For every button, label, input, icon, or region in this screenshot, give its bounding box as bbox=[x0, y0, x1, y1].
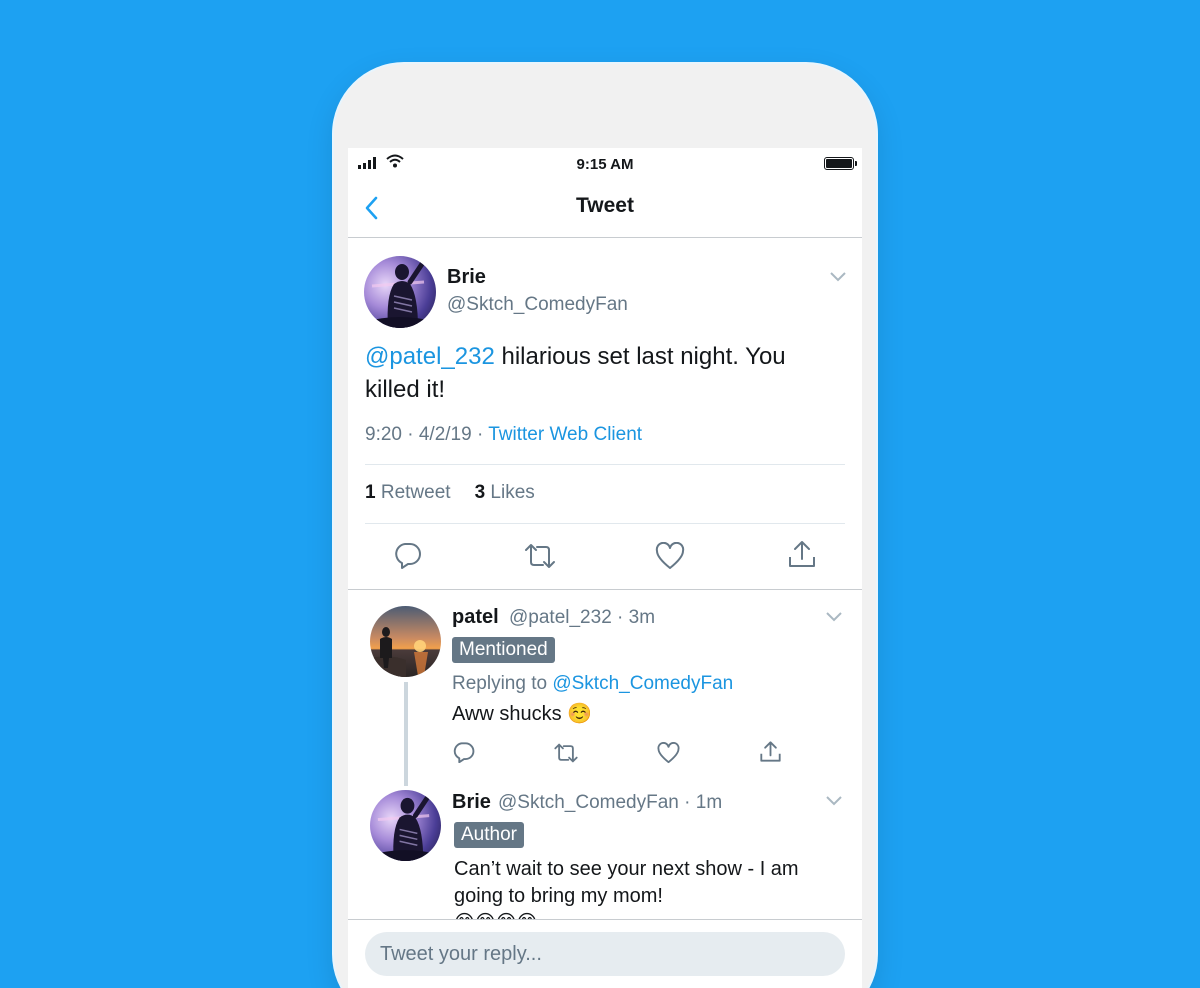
section-divider bbox=[348, 589, 862, 590]
retweet-label: Retweet bbox=[380, 482, 451, 503]
retweet-stat[interactable]: 1 Retweet bbox=[365, 482, 451, 503]
source-link[interactable]: Twitter Web Client bbox=[488, 424, 642, 445]
mentioned-badge: Mentioned bbox=[452, 637, 555, 663]
battery-icon bbox=[824, 157, 857, 170]
status-time: 9:15 AM bbox=[576, 156, 634, 173]
author-name[interactable]: Brie bbox=[447, 266, 486, 289]
share-icon[interactable] bbox=[759, 740, 782, 763]
reply-bar bbox=[348, 919, 862, 988]
retweet-count: 1 bbox=[365, 482, 376, 503]
like-count: 3 bbox=[474, 482, 486, 503]
replying-prefix: Replying to bbox=[452, 673, 553, 694]
reply-author-name[interactable]: patel bbox=[452, 606, 499, 629]
divider bbox=[365, 464, 845, 465]
avatar[interactable] bbox=[364, 256, 436, 328]
phone-screen: 9:15 AM Tweet Brie @Sktch_ComedyFan @pat… bbox=[348, 148, 862, 988]
replying-to: Replying to @Sktch_ComedyFan bbox=[452, 673, 733, 695]
author-badge: Author bbox=[454, 822, 524, 848]
reply-text-line: Can’t wait to see your next show - I am bbox=[454, 858, 799, 880]
replying-to-link[interactable]: @Sktch_ComedyFan bbox=[552, 673, 733, 694]
reply-icon[interactable] bbox=[394, 541, 422, 569]
chevron-down-icon[interactable] bbox=[830, 272, 846, 282]
likes-label: Likes bbox=[490, 482, 535, 503]
tweet-meta: 9:20 · 4/2/19 · Twitter Web Client bbox=[365, 424, 642, 446]
avatar[interactable] bbox=[370, 790, 441, 861]
reply-text-line: going to bring my mom! bbox=[454, 885, 663, 907]
tweet-timestamp: 9:20 · 4/2/19 · bbox=[365, 424, 489, 445]
avatar[interactable] bbox=[370, 606, 441, 677]
reply-text: Aww shucks ☺️ bbox=[452, 703, 593, 725]
reply-author-handle[interactable]: @patel_232 · 3m bbox=[509, 607, 655, 629]
nav-bar: Tweet bbox=[348, 180, 862, 238]
author-handle[interactable]: @Sktch_ComedyFan bbox=[447, 294, 628, 316]
mention-link[interactable]: @patel_232 bbox=[365, 343, 495, 370]
reply-author-name[interactable]: Brie bbox=[452, 791, 491, 814]
share-icon[interactable] bbox=[787, 539, 817, 569]
like-heart-icon[interactable] bbox=[657, 742, 680, 764]
reply-author-handle[interactable]: @Sktch_ComedyFan · 1m bbox=[498, 792, 722, 814]
page-title: Tweet bbox=[576, 194, 634, 217]
retweet-icon[interactable] bbox=[553, 742, 579, 764]
reply-icon[interactable] bbox=[453, 741, 475, 763]
likes-stat[interactable]: 3 Likes bbox=[475, 482, 535, 503]
retweet-icon[interactable] bbox=[523, 542, 557, 570]
status-bar: 9:15 AM bbox=[348, 148, 862, 180]
tweet-text: @patel_232 hilarious set last night. You… bbox=[365, 340, 835, 406]
reply-input[interactable] bbox=[365, 932, 845, 976]
like-heart-icon[interactable] bbox=[655, 542, 685, 570]
thread-line bbox=[404, 682, 408, 786]
tweet-stats: 1 Retweet 3 Likes bbox=[365, 482, 535, 504]
chevron-down-icon[interactable] bbox=[826, 612, 842, 622]
divider bbox=[365, 523, 845, 524]
chevron-down-icon[interactable] bbox=[826, 796, 842, 806]
